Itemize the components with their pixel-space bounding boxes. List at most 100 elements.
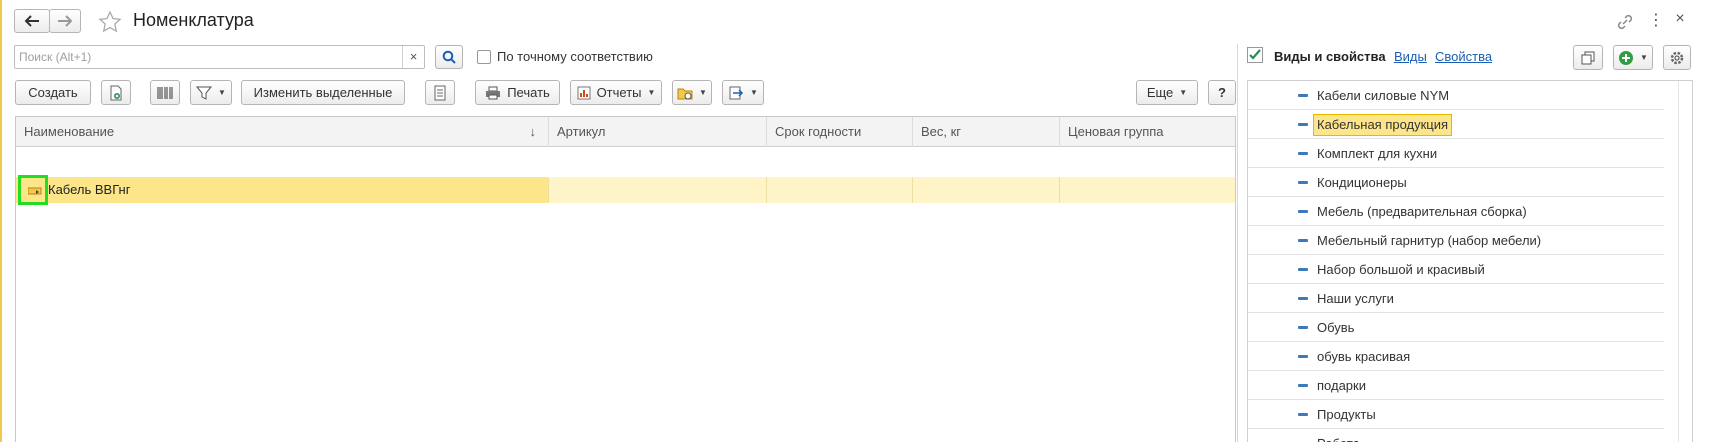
item-minus-icon	[1298, 268, 1308, 271]
kinds-link[interactable]: Виды	[1394, 49, 1427, 64]
column-header-shelf-life[interactable]: Срок годности	[767, 117, 913, 147]
list-scrollbar[interactable]	[1678, 81, 1679, 442]
cell-name: Кабель ВВГнг	[16, 175, 549, 205]
list-item[interactable]: Мебельный гарнитур (набор мебели)	[1248, 226, 1664, 255]
list-item-label: Кондиционеры	[1317, 175, 1407, 190]
barcode-button[interactable]	[150, 80, 180, 105]
column-header-name-label: Наименование	[24, 124, 115, 139]
arrow-right-icon	[58, 15, 73, 27]
list-item[interactable]: Мебель (предварительная сборка)	[1248, 197, 1664, 226]
item-minus-icon	[1298, 326, 1308, 329]
list-item[interactable]: обувь красивая	[1248, 342, 1664, 371]
copy-icon	[1581, 51, 1595, 64]
arrow-left-icon	[24, 15, 39, 27]
item-minus-icon	[1298, 297, 1308, 300]
list-item[interactable]: Наши услуги	[1248, 284, 1664, 313]
panel-splitter[interactable]	[1237, 44, 1238, 442]
copy-document-icon	[110, 85, 122, 100]
print-label: Печать	[507, 85, 550, 100]
copy-button[interactable]	[101, 80, 131, 105]
close-icon[interactable]: ×	[1672, 10, 1688, 32]
list-settings-button[interactable]	[425, 80, 455, 105]
list-item-label: Мебель (предварительная сборка)	[1317, 204, 1527, 219]
cell-price-group	[1060, 177, 1235, 203]
list-item-label: Кабели силовые NYM	[1317, 88, 1450, 103]
folder-clock-icon	[677, 88, 693, 99]
list-item[interactable]: Работа	[1248, 429, 1664, 442]
add-button[interactable]: ▼	[1613, 45, 1653, 70]
column-header-weight[interactable]: Вес, кг	[913, 117, 1060, 147]
exact-match-label: По точному соответствию	[497, 49, 653, 64]
column-header-name[interactable]: Наименование ↓	[16, 117, 549, 147]
list-icon	[434, 85, 446, 100]
reports-label: Отчеты	[596, 85, 642, 100]
settings-button[interactable]	[1663, 45, 1691, 70]
forward-button[interactable]	[49, 9, 81, 33]
item-minus-icon	[1298, 152, 1308, 155]
item-minus-icon	[1298, 384, 1308, 387]
filter-icon	[196, 86, 213, 100]
list-item-label: обувь красивая	[1317, 349, 1411, 364]
list-item[interactable]: Кондиционеры	[1248, 168, 1664, 197]
help-button[interactable]: ?	[1208, 80, 1236, 105]
create-button[interactable]: Создать	[15, 80, 91, 105]
chart-icon	[577, 86, 591, 99]
list-item[interactable]: Набор большой и красивый	[1248, 255, 1664, 284]
gear-icon	[1670, 51, 1684, 64]
list-item[interactable]: Кабели силовые NYM	[1248, 81, 1664, 110]
list-item-label: Работа	[1317, 429, 1360, 442]
kinds-list: Кабели силовые NYM Кабельная продукция Ком…	[1247, 80, 1693, 442]
cell-shelf-life	[767, 177, 913, 203]
favorite-star-icon[interactable]	[98, 10, 122, 34]
printer-icon	[486, 86, 501, 99]
list-item-label: Кабельная продукция	[1313, 114, 1453, 136]
cell-article	[549, 177, 767, 203]
window-left-accent	[0, 0, 2, 442]
list-item-label: Мебельный гарнитур (набор мебели)	[1317, 233, 1542, 248]
list-item[interactable]: подарки	[1248, 371, 1664, 400]
item-minus-icon	[1298, 94, 1308, 97]
more-vertical-icon[interactable]: ⋮	[1648, 10, 1664, 32]
item-minus-icon	[1298, 413, 1308, 416]
table-row[interactable]: Кабель ВВГнг	[16, 147, 1235, 205]
item-minus-icon	[1298, 239, 1308, 242]
document-arrow-icon	[729, 86, 744, 99]
filter-button[interactable]: ▼	[190, 80, 232, 105]
change-selected-button[interactable]: Изменить выделенные	[241, 80, 405, 105]
item-minus-icon	[1298, 355, 1308, 358]
list-item[interactable]: Продукты	[1248, 400, 1664, 429]
item-minus-icon	[1298, 210, 1308, 213]
copy-window-button[interactable]	[1573, 45, 1603, 70]
list-item[interactable]: Комплект для кухни	[1248, 139, 1664, 168]
item-minus-icon	[1298, 123, 1308, 126]
search-input[interactable]: Поиск (Alt+1) ×	[14, 45, 425, 69]
plus-circle-icon	[1619, 50, 1634, 65]
page-title: Номенклатура	[133, 10, 254, 30]
side-panel-checkbox[interactable]	[1247, 47, 1263, 63]
link-icon[interactable]	[1615, 12, 1635, 32]
items-table: Наименование ↓ Артикул Срок годности Вес…	[15, 116, 1236, 442]
list-item[interactable]: Кабельная продукция	[1248, 110, 1664, 139]
back-button[interactable]	[14, 9, 50, 33]
barcode-icon	[157, 86, 173, 99]
properties-link[interactable]: Свойства	[1435, 49, 1492, 64]
list-item-label: Продукты	[1317, 407, 1376, 422]
sort-arrow-icon: ↓	[529, 124, 537, 139]
more-label: Еще	[1146, 85, 1174, 100]
list-item-label: подарки	[1317, 378, 1366, 393]
expand-folder-icon[interactable]	[28, 187, 42, 195]
list-item-label: Наши услуги	[1317, 291, 1394, 306]
create-based-on-button[interactable]: ▼	[722, 80, 764, 105]
related-docs-button[interactable]: ▼	[672, 80, 712, 105]
reports-button[interactable]: Отчеты ▼	[570, 80, 662, 105]
print-button[interactable]: Печать	[475, 80, 560, 105]
search-icon	[442, 50, 456, 64]
list-item[interactable]: Обувь	[1248, 313, 1664, 342]
exact-match-checkbox[interactable]	[477, 50, 491, 64]
column-header-article[interactable]: Артикул	[549, 117, 767, 147]
search-clear-button[interactable]: ×	[402, 46, 424, 68]
search-button[interactable]	[435, 45, 463, 69]
more-actions-button[interactable]: Еще ▼	[1136, 80, 1198, 105]
column-header-price-group[interactable]: Ценовая группа	[1060, 117, 1235, 147]
item-minus-icon	[1298, 181, 1308, 184]
